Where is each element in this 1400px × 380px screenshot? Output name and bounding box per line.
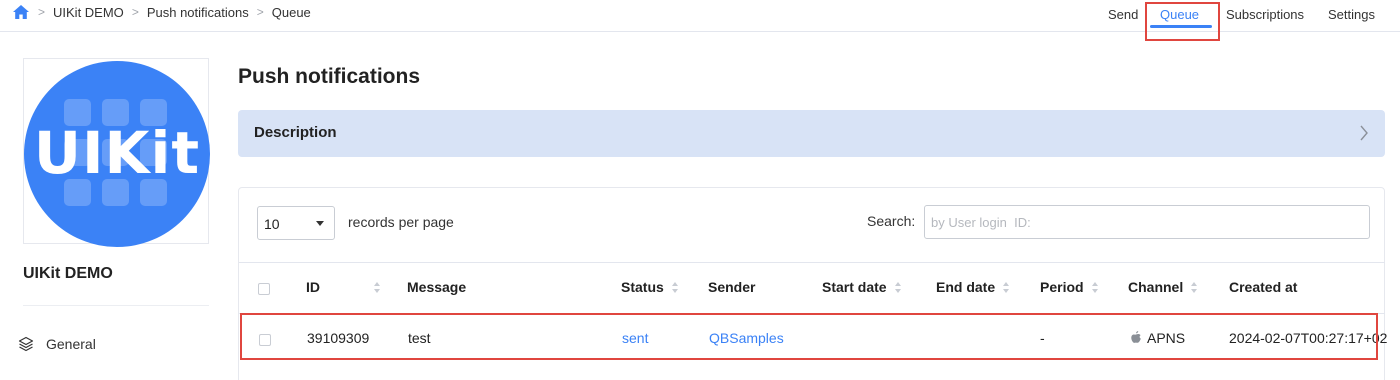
breadcrumb-item-app[interactable]: UIKit DEMO bbox=[53, 5, 124, 20]
sort-icon[interactable] bbox=[374, 282, 382, 294]
tab-settings[interactable]: Settings bbox=[1328, 0, 1375, 22]
sidebar-item-label: General bbox=[46, 336, 96, 352]
records-per-page-label: records per page bbox=[348, 214, 454, 230]
chevron-right-icon: > bbox=[256, 5, 264, 19]
column-header-start-date[interactable]: Start date bbox=[822, 279, 903, 295]
sidebar-item-general[interactable]: General bbox=[18, 336, 96, 352]
chevron-right-icon: > bbox=[131, 5, 139, 19]
home-icon[interactable] bbox=[12, 4, 30, 20]
chevron-right-icon bbox=[1359, 124, 1369, 147]
search-input[interactable] bbox=[924, 205, 1370, 239]
search-label: Search: bbox=[867, 213, 916, 229]
sidebar-divider bbox=[23, 305, 209, 306]
app-logo: UIKit bbox=[24, 61, 210, 247]
breadcrumb-item-push-notifications[interactable]: Push notifications bbox=[147, 5, 249, 20]
column-header-channel[interactable]: Channel bbox=[1128, 279, 1199, 295]
tab-send[interactable]: Send bbox=[1108, 0, 1138, 22]
column-header-sender: Sender bbox=[708, 279, 756, 295]
sort-icon[interactable] bbox=[671, 282, 680, 294]
column-header-status[interactable]: Status bbox=[621, 279, 680, 295]
column-header-end-date[interactable]: End date bbox=[936, 279, 1011, 295]
column-header-id[interactable]: ID bbox=[306, 279, 382, 295]
page-title: Push notifications bbox=[238, 65, 421, 88]
tab-subscriptions[interactable]: Subscriptions bbox=[1226, 0, 1304, 22]
select-all-checkbox[interactable] bbox=[258, 283, 270, 295]
sort-icon[interactable] bbox=[1191, 282, 1199, 294]
caret-down-icon bbox=[316, 221, 324, 226]
records-per-page-select[interactable]: 10 bbox=[257, 206, 335, 240]
column-header-message: Message bbox=[407, 279, 467, 295]
breadcrumb-item-queue: Queue bbox=[271, 4, 311, 20]
sort-icon[interactable] bbox=[1091, 282, 1100, 294]
app-logo-card: UIKit bbox=[23, 58, 210, 247]
app-name: UIKit DEMO bbox=[23, 265, 113, 282]
chevron-right-icon: > bbox=[38, 5, 46, 19]
highlight-box-queue-tab bbox=[1145, 2, 1220, 41]
column-header-period[interactable]: Period bbox=[1040, 279, 1100, 295]
breadcrumb: > UIKit DEMO > Push notifications > Queu… bbox=[12, 4, 311, 20]
description-label: Description bbox=[254, 124, 337, 141]
table-top-divider bbox=[239, 262, 1385, 263]
highlight-box-table-row bbox=[240, 313, 1378, 360]
sort-icon[interactable] bbox=[1003, 282, 1011, 294]
description-accordion[interactable]: Description bbox=[238, 110, 1385, 157]
records-per-page-value: 10 bbox=[264, 216, 280, 232]
logo-text: UIKit bbox=[33, 119, 201, 187]
sort-icon[interactable] bbox=[894, 282, 903, 294]
column-header-created-at: Created at bbox=[1229, 279, 1298, 295]
layers-icon bbox=[18, 336, 34, 352]
